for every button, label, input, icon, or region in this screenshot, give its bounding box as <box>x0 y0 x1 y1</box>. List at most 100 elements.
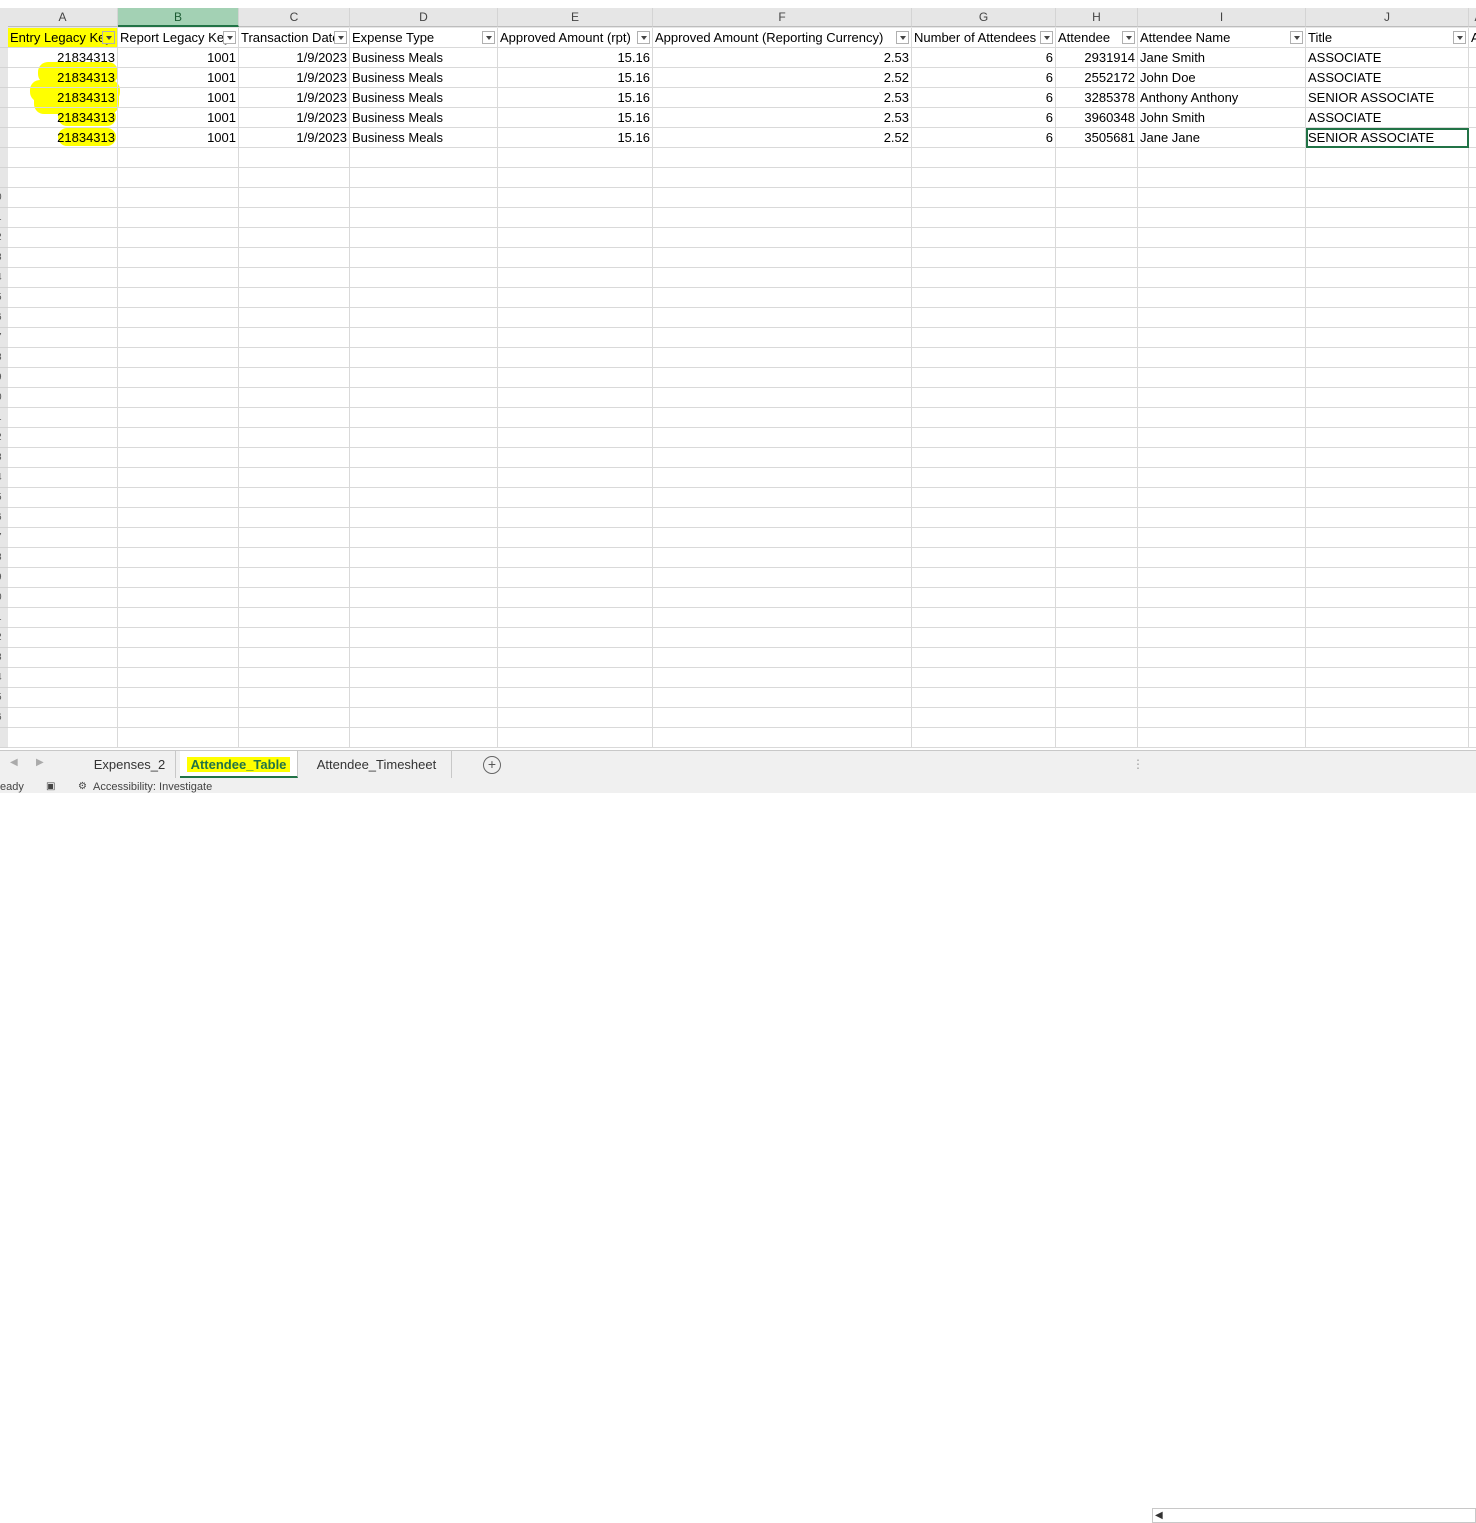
filter-dropdown-icon[interactable] <box>1290 31 1303 44</box>
row-number[interactable]: 4 <box>0 668 8 688</box>
empty-cell[interactable] <box>498 488 653 508</box>
empty-cell[interactable] <box>498 708 653 728</box>
table-cell[interactable]: 1001 <box>118 48 239 68</box>
row-number[interactable]: 7 <box>0 528 8 548</box>
row-number[interactable] <box>0 728 8 748</box>
empty-cell[interactable] <box>1306 408 1469 428</box>
empty-cell[interactable] <box>912 228 1056 248</box>
empty-cell[interactable] <box>239 408 350 428</box>
column-header-h[interactable]: H <box>1056 8 1138 27</box>
tab-attendee-table[interactable]: Attendee_Table <box>180 751 298 778</box>
column-header-b[interactable]: B <box>118 8 239 27</box>
splitter-dots-icon[interactable]: ⋮ <box>1132 757 1144 771</box>
empty-cell[interactable] <box>118 628 239 648</box>
empty-cell[interactable] <box>1138 388 1306 408</box>
empty-cell[interactable] <box>1306 228 1469 248</box>
empty-cell[interactable] <box>118 728 239 748</box>
empty-cell[interactable] <box>350 448 498 468</box>
table-cell[interactable]: 15.16 <box>498 68 653 88</box>
empty-cell[interactable] <box>1138 448 1306 468</box>
empty-cell[interactable] <box>653 488 912 508</box>
empty-cell[interactable] <box>1469 328 1476 348</box>
accessibility-status[interactable]: Accessibility: Investigate <box>93 781 212 793</box>
empty-cell[interactable] <box>1138 728 1306 748</box>
table-header-cell[interactable]: Entry Legacy Key <box>8 28 118 48</box>
empty-cell[interactable] <box>1138 608 1306 628</box>
empty-cell[interactable] <box>8 588 118 608</box>
empty-cell[interactable] <box>1056 528 1138 548</box>
empty-cell[interactable] <box>1469 568 1476 588</box>
row-number[interactable] <box>0 128 8 148</box>
empty-cell[interactable] <box>1469 368 1476 388</box>
empty-cell[interactable] <box>1306 388 1469 408</box>
empty-cell[interactable] <box>912 688 1056 708</box>
row-number[interactable]: 4 <box>0 468 8 488</box>
empty-cell[interactable] <box>1306 268 1469 288</box>
table-header-cell[interactable]: Report Legacy Key <box>118 28 239 48</box>
empty-cell[interactable] <box>8 508 118 528</box>
empty-cell[interactable] <box>653 508 912 528</box>
empty-cell[interactable] <box>1306 728 1469 748</box>
empty-cell[interactable] <box>350 708 498 728</box>
row-number[interactable]: 9 <box>0 568 8 588</box>
next-sheet-icon[interactable]: ▶ <box>36 757 44 768</box>
table-header-cell[interactable]: Approved Amount (rpt) <box>498 28 653 48</box>
empty-cell[interactable] <box>239 248 350 268</box>
row-number[interactable] <box>0 88 8 108</box>
empty-cell[interactable] <box>912 248 1056 268</box>
empty-cell[interactable] <box>239 568 350 588</box>
empty-cell[interactable] <box>239 428 350 448</box>
column-header-f[interactable]: F <box>653 8 912 27</box>
empty-cell[interactable] <box>1138 348 1306 368</box>
empty-cell[interactable] <box>912 168 1056 188</box>
filter-dropdown-icon[interactable] <box>102 31 115 44</box>
empty-cell[interactable] <box>1138 208 1306 228</box>
table-cell[interactable]: 6 <box>912 88 1056 108</box>
table-cell[interactable]: 1001 <box>118 88 239 108</box>
table-cell[interactable]: Business Meals <box>350 128 498 148</box>
horizontal-scrollbar[interactable]: ◀ <box>1152 1508 1476 1523</box>
table-cell[interactable]: Anthony Anthony <box>1138 88 1306 108</box>
empty-cell[interactable] <box>1056 188 1138 208</box>
empty-cell[interactable] <box>498 288 653 308</box>
empty-cell[interactable] <box>498 148 653 168</box>
empty-cell[interactable] <box>8 348 118 368</box>
empty-cell[interactable] <box>1469 248 1476 268</box>
table-cell[interactable]: 21834313 <box>8 108 118 128</box>
empty-cell[interactable] <box>1056 628 1138 648</box>
empty-cell[interactable] <box>1056 308 1138 328</box>
empty-cell[interactable] <box>1138 468 1306 488</box>
table-cell[interactable]: ASSOCIATE <box>1306 48 1469 68</box>
empty-cell[interactable] <box>912 668 1056 688</box>
empty-cell[interactable] <box>239 468 350 488</box>
table-cell[interactable]: Business Meals <box>350 88 498 108</box>
empty-cell[interactable] <box>8 328 118 348</box>
empty-cell[interactable] <box>653 288 912 308</box>
table-cell[interactable]: John Doe <box>1138 68 1306 88</box>
empty-cell[interactable] <box>498 408 653 428</box>
empty-cell[interactable] <box>1469 528 1476 548</box>
row-number[interactable] <box>0 68 8 88</box>
empty-cell[interactable] <box>1056 548 1138 568</box>
empty-cell[interactable] <box>912 568 1056 588</box>
row-number[interactable]: 5 <box>0 688 8 708</box>
empty-cell[interactable] <box>653 668 912 688</box>
empty-cell[interactable] <box>1306 308 1469 328</box>
empty-cell[interactable] <box>239 188 350 208</box>
column-header-d[interactable]: D <box>350 8 498 27</box>
table-cell[interactable]: 21834313 <box>8 48 118 68</box>
empty-cell[interactable] <box>653 328 912 348</box>
empty-cell[interactable] <box>239 268 350 288</box>
table-cell[interactable]: Business Meals <box>350 68 498 88</box>
empty-cell[interactable] <box>1138 628 1306 648</box>
empty-cell[interactable] <box>498 608 653 628</box>
table-header-cell[interactable]: Attendee <box>1056 28 1138 48</box>
empty-cell[interactable] <box>1469 208 1476 228</box>
empty-cell[interactable] <box>239 508 350 528</box>
table-cell[interactable]: 6 <box>912 68 1056 88</box>
empty-cell[interactable] <box>350 508 498 528</box>
empty-cell[interactable] <box>239 288 350 308</box>
table-cell[interactable]: 2.52 <box>653 128 912 148</box>
empty-cell[interactable] <box>912 468 1056 488</box>
table-cell[interactable]: Business Meals <box>350 48 498 68</box>
